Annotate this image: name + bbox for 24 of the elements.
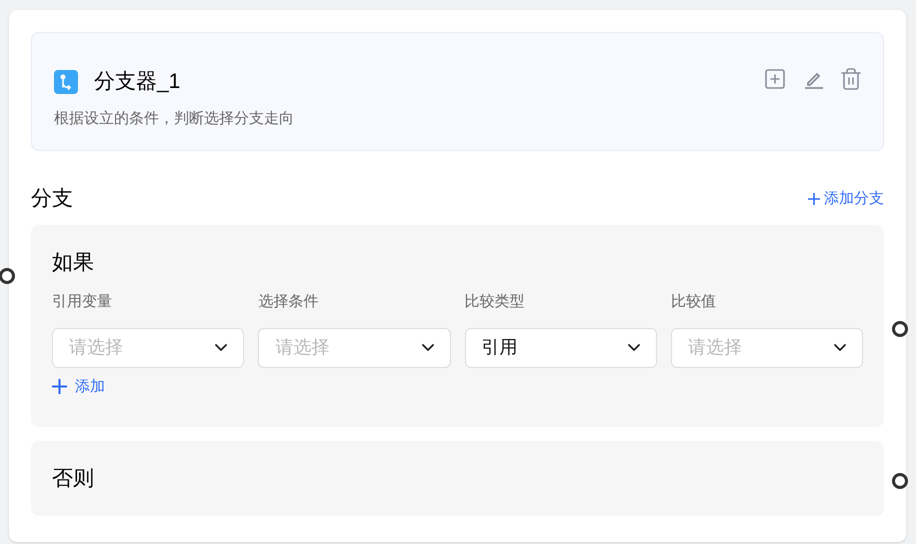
add-condition-link[interactable]: 添加 [52,376,105,398]
section-title: 分支 [31,186,73,212]
column-label: 引用变量 [52,292,113,312]
add-branch-link[interactable]: 添加分支 [808,188,884,210]
column-label: 比较值 [670,292,717,312]
delete-icon[interactable] [839,67,863,91]
column-label: 比较类型 [464,292,526,312]
column-label: 选择条件 [258,292,320,312]
connection-port[interactable] [892,321,908,337]
plus-icon [808,193,820,205]
chevron-down-icon [834,344,846,351]
node-description: 根据设立的条件，判断选择分支走向 [54,108,295,128]
chevron-down-icon [422,344,434,351]
branch-icon [54,70,78,94]
select-field[interactable]: 引用 [464,328,657,368]
connection-port[interactable] [0,268,15,284]
add-icon[interactable] [763,67,787,91]
node-title: 分支器_1 [94,69,180,95]
plus-icon [52,379,67,394]
branch-title: 否则 [52,466,94,492]
chevron-down-icon [628,344,640,351]
branch-title: 如果 [52,250,95,276]
chevron-down-icon [215,344,228,351]
connection-port[interactable] [892,473,908,489]
